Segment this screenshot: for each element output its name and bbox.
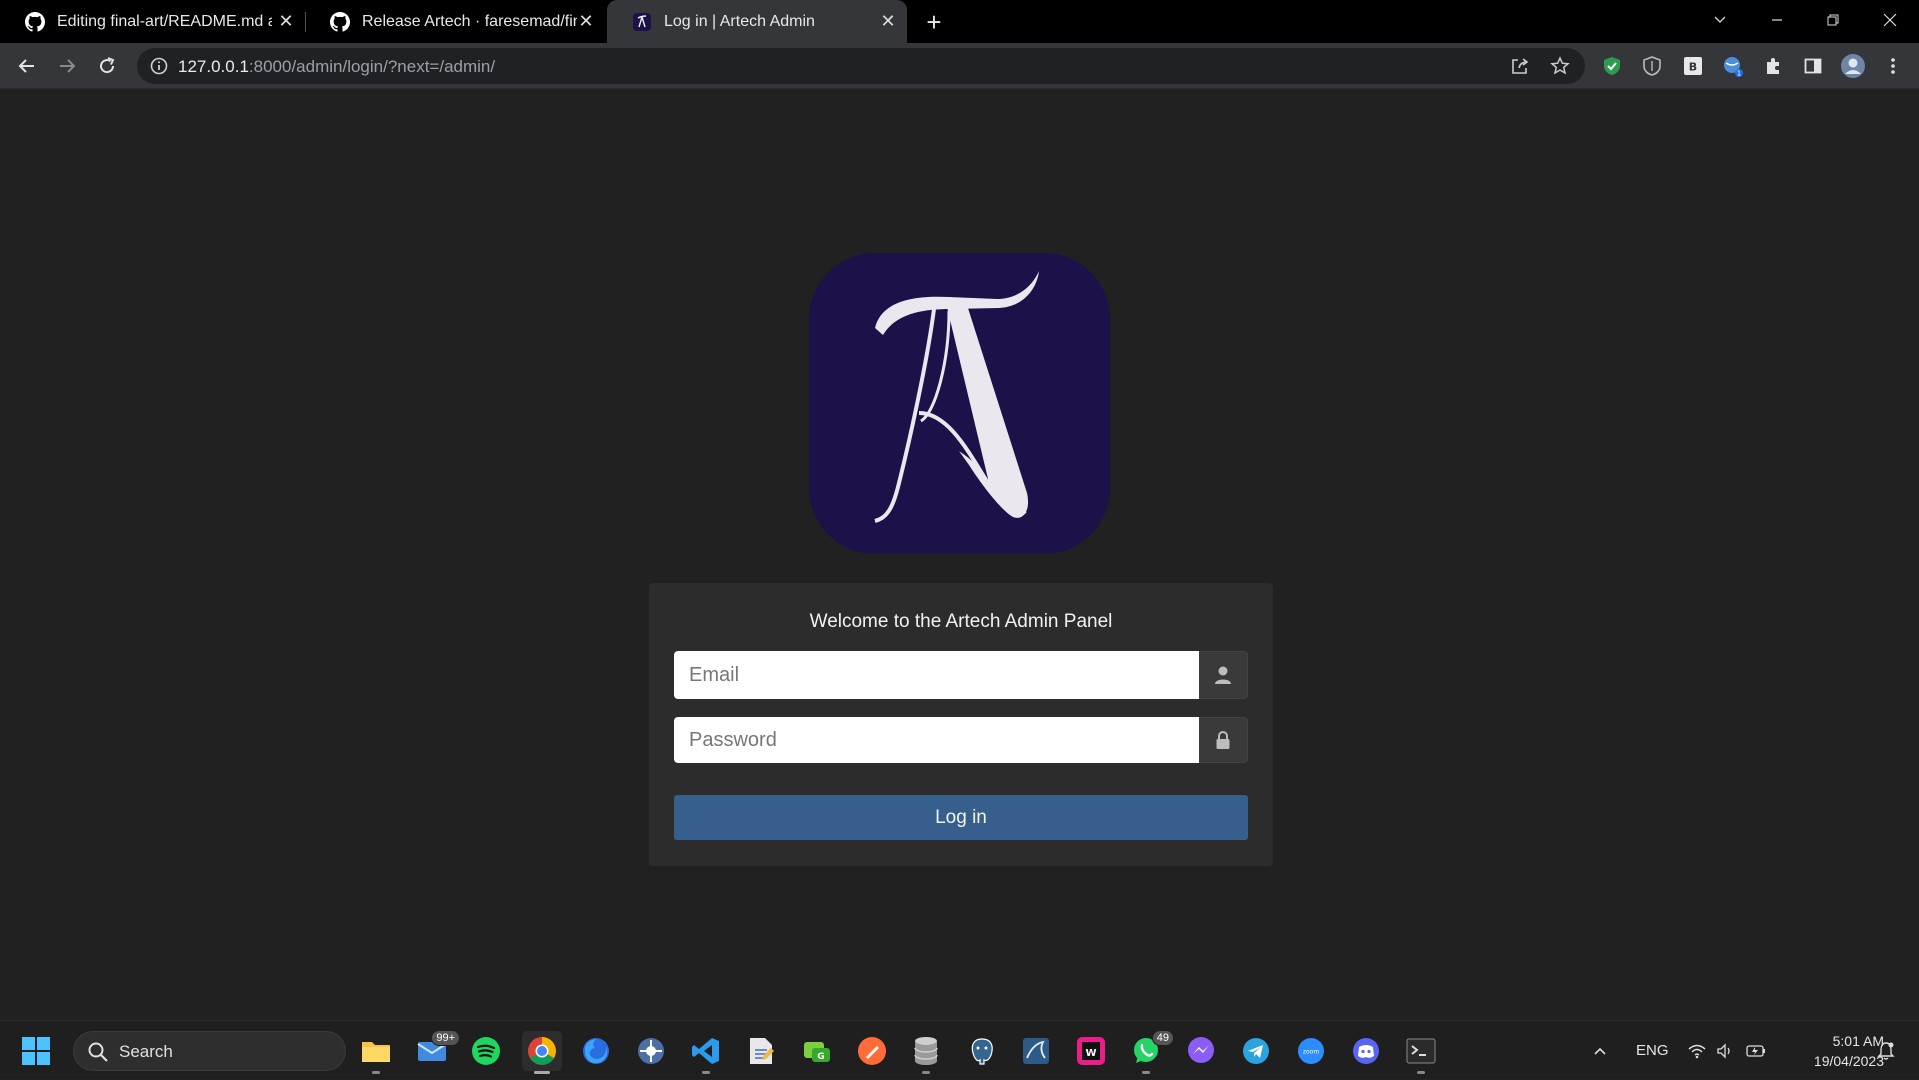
git-icon[interactable]: G	[797, 1031, 837, 1071]
address-bar[interactable]: 127.0.0.1:8000/admin/login/?next=/admin/	[137, 48, 1585, 84]
volume-icon[interactable]	[1716, 1021, 1734, 1080]
mail-icon[interactable]: 99+	[412, 1030, 460, 1071]
browser-toolbar: 127.0.0.1:8000/admin/login/?next=/admin/…	[0, 43, 1919, 89]
mail-badge: 99+	[431, 1030, 460, 1046]
mysql-icon[interactable]	[1016, 1031, 1056, 1071]
restore-button[interactable]	[1805, 0, 1860, 40]
svg-text:G: G	[817, 1052, 824, 1062]
whatsapp-icon[interactable]: 49	[1126, 1030, 1174, 1074]
spotify-icon[interactable]	[466, 1031, 506, 1071]
tab-artech-login[interactable]: Log in | Artech Admin ✕	[607, 0, 907, 43]
minimize-button[interactable]	[1749, 0, 1804, 40]
email-field	[674, 651, 1248, 699]
tab-search-chevron-icon[interactable]	[1692, 0, 1747, 40]
postgres-icon[interactable]	[962, 1031, 1002, 1071]
login-button[interactable]: Log in	[674, 795, 1248, 840]
battery-charging-icon[interactable]	[1745, 1021, 1767, 1080]
github-icon	[25, 11, 45, 32]
password-input[interactable]	[674, 717, 1199, 763]
close-icon[interactable]: ✕	[877, 11, 899, 33]
translate-extension-icon[interactable]: 1	[1720, 53, 1746, 79]
windows-start-icon[interactable]	[22, 1037, 50, 1065]
windows-taskbar: Search 99+ G W 49 zoom ENG 5:01 AM 19/04…	[0, 1020, 1919, 1079]
adblock-shield-icon[interactable]	[1599, 53, 1625, 79]
url-path: :8000/admin/login/?next=/admin/	[248, 57, 496, 76]
webstorm-icon[interactable]: W	[1071, 1031, 1111, 1071]
wifi-icon[interactable]	[1688, 1021, 1706, 1080]
svg-text:W: W	[1085, 1048, 1096, 1059]
bookmark-star-icon[interactable]	[1549, 55, 1571, 77]
clock-date: 19/04/2023	[1813, 1053, 1884, 1069]
close-icon[interactable]: ✕	[575, 11, 597, 33]
language-indicator[interactable]: ENG	[1636, 1021, 1669, 1080]
vscode-icon[interactable]	[686, 1031, 726, 1074]
messenger-icon[interactable]	[1181, 1031, 1221, 1071]
privacy-shield-icon[interactable]	[1639, 53, 1665, 79]
show-hidden-icons-chevron-icon[interactable]	[1592, 1021, 1608, 1080]
tab-release[interactable]: Release Artech · faresemad/final-art ✕	[305, 0, 605, 43]
forward-button[interactable]	[50, 49, 84, 83]
database-icon[interactable]	[906, 1031, 946, 1074]
whatsapp-badge: 49	[1151, 1030, 1174, 1046]
search-icon	[87, 1041, 109, 1063]
clock-time: 5:01 AM	[1832, 1033, 1884, 1049]
tab-readme[interactable]: Editing final-art/README.md at main ✕	[0, 0, 305, 43]
page-content: Welcome to the Artech Admin Panel Log in	[0, 90, 1919, 1020]
telegram-icon[interactable]	[1236, 1031, 1276, 1071]
password-field	[674, 717, 1248, 763]
extensions-puzzle-icon[interactable]	[1760, 53, 1786, 79]
new-tab-button[interactable]: +	[918, 6, 950, 38]
tab-title: Release Artech · faresemad/final-art	[362, 12, 577, 30]
svg-text:zoom: zoom	[1303, 1049, 1319, 1056]
svg-text:1: 1	[1737, 70, 1741, 78]
close-window-button[interactable]	[1862, 0, 1917, 40]
svg-text:B: B	[1689, 61, 1697, 74]
artech-logo	[809, 253, 1110, 554]
login-card: Welcome to the Artech Admin Panel Log in	[649, 583, 1273, 866]
clock[interactable]: 5:01 AM 19/04/2023	[1784, 1031, 1884, 1071]
chrome-icon[interactable]	[522, 1031, 562, 1074]
user-icon	[1199, 651, 1248, 699]
share-icon[interactable]	[1509, 55, 1531, 77]
search-label: Search	[119, 1042, 173, 1061]
url-text[interactable]: 127.0.0.1:8000/admin/login/?next=/admin/	[178, 57, 495, 77]
lock-icon	[1199, 717, 1248, 763]
artech-favicon	[632, 12, 652, 32]
site-info-icon[interactable]	[149, 56, 169, 76]
github-icon	[330, 11, 350, 32]
welcome-heading: Welcome to the Artech Admin Panel	[809, 611, 1113, 632]
browser-menu-icon[interactable]	[1880, 53, 1906, 79]
profile-avatar[interactable]	[1840, 53, 1866, 79]
file-explorer-icon[interactable]	[356, 1031, 396, 1074]
back-button[interactable]	[10, 49, 44, 83]
reload-button[interactable]	[90, 49, 124, 83]
url-host: 127.0.0.1	[178, 57, 249, 76]
terminal-icon[interactable]	[1401, 1031, 1441, 1074]
taskbar-search-box[interactable]: Search	[73, 1031, 346, 1071]
notification-bell-icon[interactable]	[1876, 1021, 1896, 1080]
discord-icon[interactable]	[1346, 1031, 1386, 1071]
close-icon[interactable]: ✕	[275, 11, 297, 33]
tab-title: Editing final-art/README.md at main	[57, 12, 272, 30]
postman-icon[interactable]	[852, 1031, 892, 1071]
notepad-icon[interactable]	[741, 1031, 781, 1071]
side-panel-icon[interactable]	[1800, 53, 1826, 79]
tab-title: Log in | Artech Admin	[664, 12, 815, 30]
app-icon[interactable]	[631, 1031, 671, 1071]
zoom-icon[interactable]: zoom	[1291, 1031, 1331, 1071]
firefox-icon[interactable]	[576, 1031, 616, 1071]
email-input[interactable]	[674, 651, 1199, 699]
bitwarden-icon[interactable]: B	[1680, 53, 1706, 79]
tab-strip: Editing final-art/README.md at main ✕ Re…	[0, 0, 1919, 43]
